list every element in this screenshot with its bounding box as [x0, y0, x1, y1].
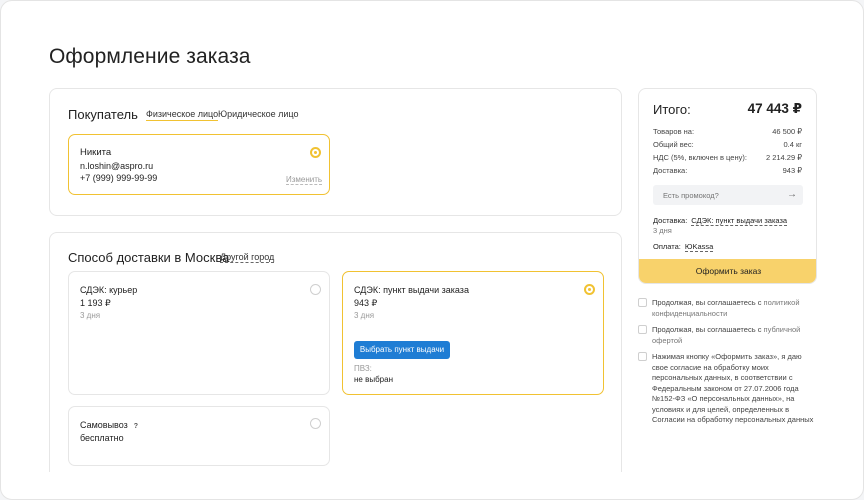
- select-pickup-point-button[interactable]: Выбрать пункт выдачи: [354, 341, 450, 359]
- help-icon[interactable]: ?: [134, 423, 138, 430]
- summary-row-value: 943 ₽: [782, 166, 802, 175]
- order-summary: Итого: 47 443 ₽ Товаров на: 46 500 ₽ Общ…: [638, 88, 817, 284]
- agreement-offer: Продолжая, вы соглашаетесь с публичной о…: [638, 325, 818, 346]
- summary-row-label: НДС (5%, включен в цену):: [653, 153, 747, 162]
- summary-row: Доставка: 943 ₽: [653, 166, 802, 175]
- buyer-section-title: Покупатель: [68, 107, 138, 122]
- summary-payment-link[interactable]: ЮKassa: [684, 242, 714, 252]
- agreement-text: Нажимая кнопку «Оформить заказ», я даю с…: [652, 352, 814, 424]
- option-price: бесплатно: [80, 433, 124, 443]
- summary-row-label: Товаров на:: [653, 127, 695, 136]
- summary-row-value: 2 214.29 ₽: [765, 153, 802, 162]
- delivery-section-title: Способ доставки в Москва: [68, 250, 230, 265]
- offer-checkbox[interactable]: [638, 325, 647, 334]
- summary-row: НДС (5%, включен в цену): 2 214.29 ₽: [653, 153, 802, 162]
- option-title-text: Самовывоз: [80, 420, 128, 430]
- delivery-section: Способ доставки в Москва Другой город СД…: [49, 232, 622, 472]
- option-title: СДЭК: курьер: [80, 285, 138, 295]
- summary-row-label: Доставка:: [653, 166, 688, 175]
- option-title: Самовывоз?: [80, 420, 138, 430]
- pickup-point-radio[interactable]: [584, 284, 595, 295]
- option-price: 943 ₽: [354, 298, 378, 308]
- summary-title: Итого:: [653, 102, 691, 117]
- buyer-radio[interactable]: [310, 147, 321, 158]
- buyer-section: Покупатель Физическое лицо Юридическое л…: [49, 88, 622, 216]
- option-days: 3 дня: [354, 311, 375, 320]
- agreement-personal-data: Нажимая кнопку «Оформить заказ», я даю с…: [638, 352, 818, 426]
- self-pickup-radio[interactable]: [310, 418, 321, 429]
- pvz-value: не выбран: [354, 375, 393, 384]
- arrow-right-icon[interactable]: →: [787, 189, 797, 200]
- summary-delivery-link[interactable]: СДЭК: пункт выдачи заказа: [691, 216, 788, 226]
- tab-individual[interactable]: Физическое лицо: [146, 109, 219, 121]
- promo-code-input[interactable]: [653, 185, 803, 205]
- delivery-option-pickup-point[interactable]: СДЭК: пункт выдачи заказа 943 ₽ 3 дня Вы…: [342, 271, 604, 395]
- place-order-button[interactable]: Оформить заказ: [639, 259, 816, 283]
- change-link[interactable]: Изменить: [286, 175, 323, 185]
- delivery-option-self-pickup[interactable]: Самовывоз? бесплатно: [68, 406, 330, 466]
- option-price: 1 193 ₽: [80, 298, 111, 308]
- personal-data-checkbox[interactable]: [638, 352, 647, 361]
- summary-delivery-days: 3 дня: [653, 226, 672, 235]
- pvz-label: ПВЗ:: [354, 364, 372, 373]
- buyer-email: n.loshin@aspro.ru: [80, 161, 154, 171]
- summary-row-value: 46 500 ₽: [772, 127, 802, 136]
- summary-payment-label: Оплата:: [653, 242, 681, 251]
- other-city-link[interactable]: Другой город: [220, 252, 275, 263]
- checkout-page: Оформление заказа Покупатель Физическое …: [0, 0, 864, 500]
- summary-delivery-label: Доставка:: [653, 216, 688, 225]
- summary-payment: Оплата: ЮKassa: [653, 242, 714, 252]
- summary-total: 47 443 ₽: [747, 101, 802, 116]
- summary-row: Товаров на: 46 500 ₽: [653, 127, 802, 136]
- page-title: Оформление заказа: [49, 45, 251, 68]
- option-days: 3 дня: [80, 311, 101, 320]
- summary-row-value: 0.4 кг: [783, 140, 802, 149]
- courier-radio[interactable]: [310, 284, 321, 295]
- option-title: СДЭК: пункт выдачи заказа: [354, 285, 469, 295]
- buyer-profile-card[interactable]: Никита n.loshin@aspro.ru +7 (999) 999-99…: [68, 134, 330, 195]
- buyer-name: Никита: [80, 147, 112, 158]
- delivery-option-courier[interactable]: СДЭК: курьер 1 193 ₽ 3 дня: [68, 271, 330, 395]
- summary-delivery: Доставка: СДЭК: пункт выдачи заказа: [653, 216, 788, 226]
- buyer-phone: +7 (999) 999-99-99: [80, 173, 158, 183]
- tab-legal-entity[interactable]: Юридическое лицо: [218, 109, 299, 119]
- privacy-checkbox[interactable]: [638, 298, 647, 307]
- summary-row-label: Общий вес:: [653, 140, 694, 149]
- agreement-text: Продолжая, вы соглашаетесь с: [652, 325, 764, 334]
- summary-row: Общий вес: 0.4 кг: [653, 140, 802, 149]
- agreement-privacy: Продолжая, вы соглашаетесь с политикой к…: [638, 298, 818, 319]
- agreement-text: Продолжая, вы соглашаетесь с: [652, 298, 764, 307]
